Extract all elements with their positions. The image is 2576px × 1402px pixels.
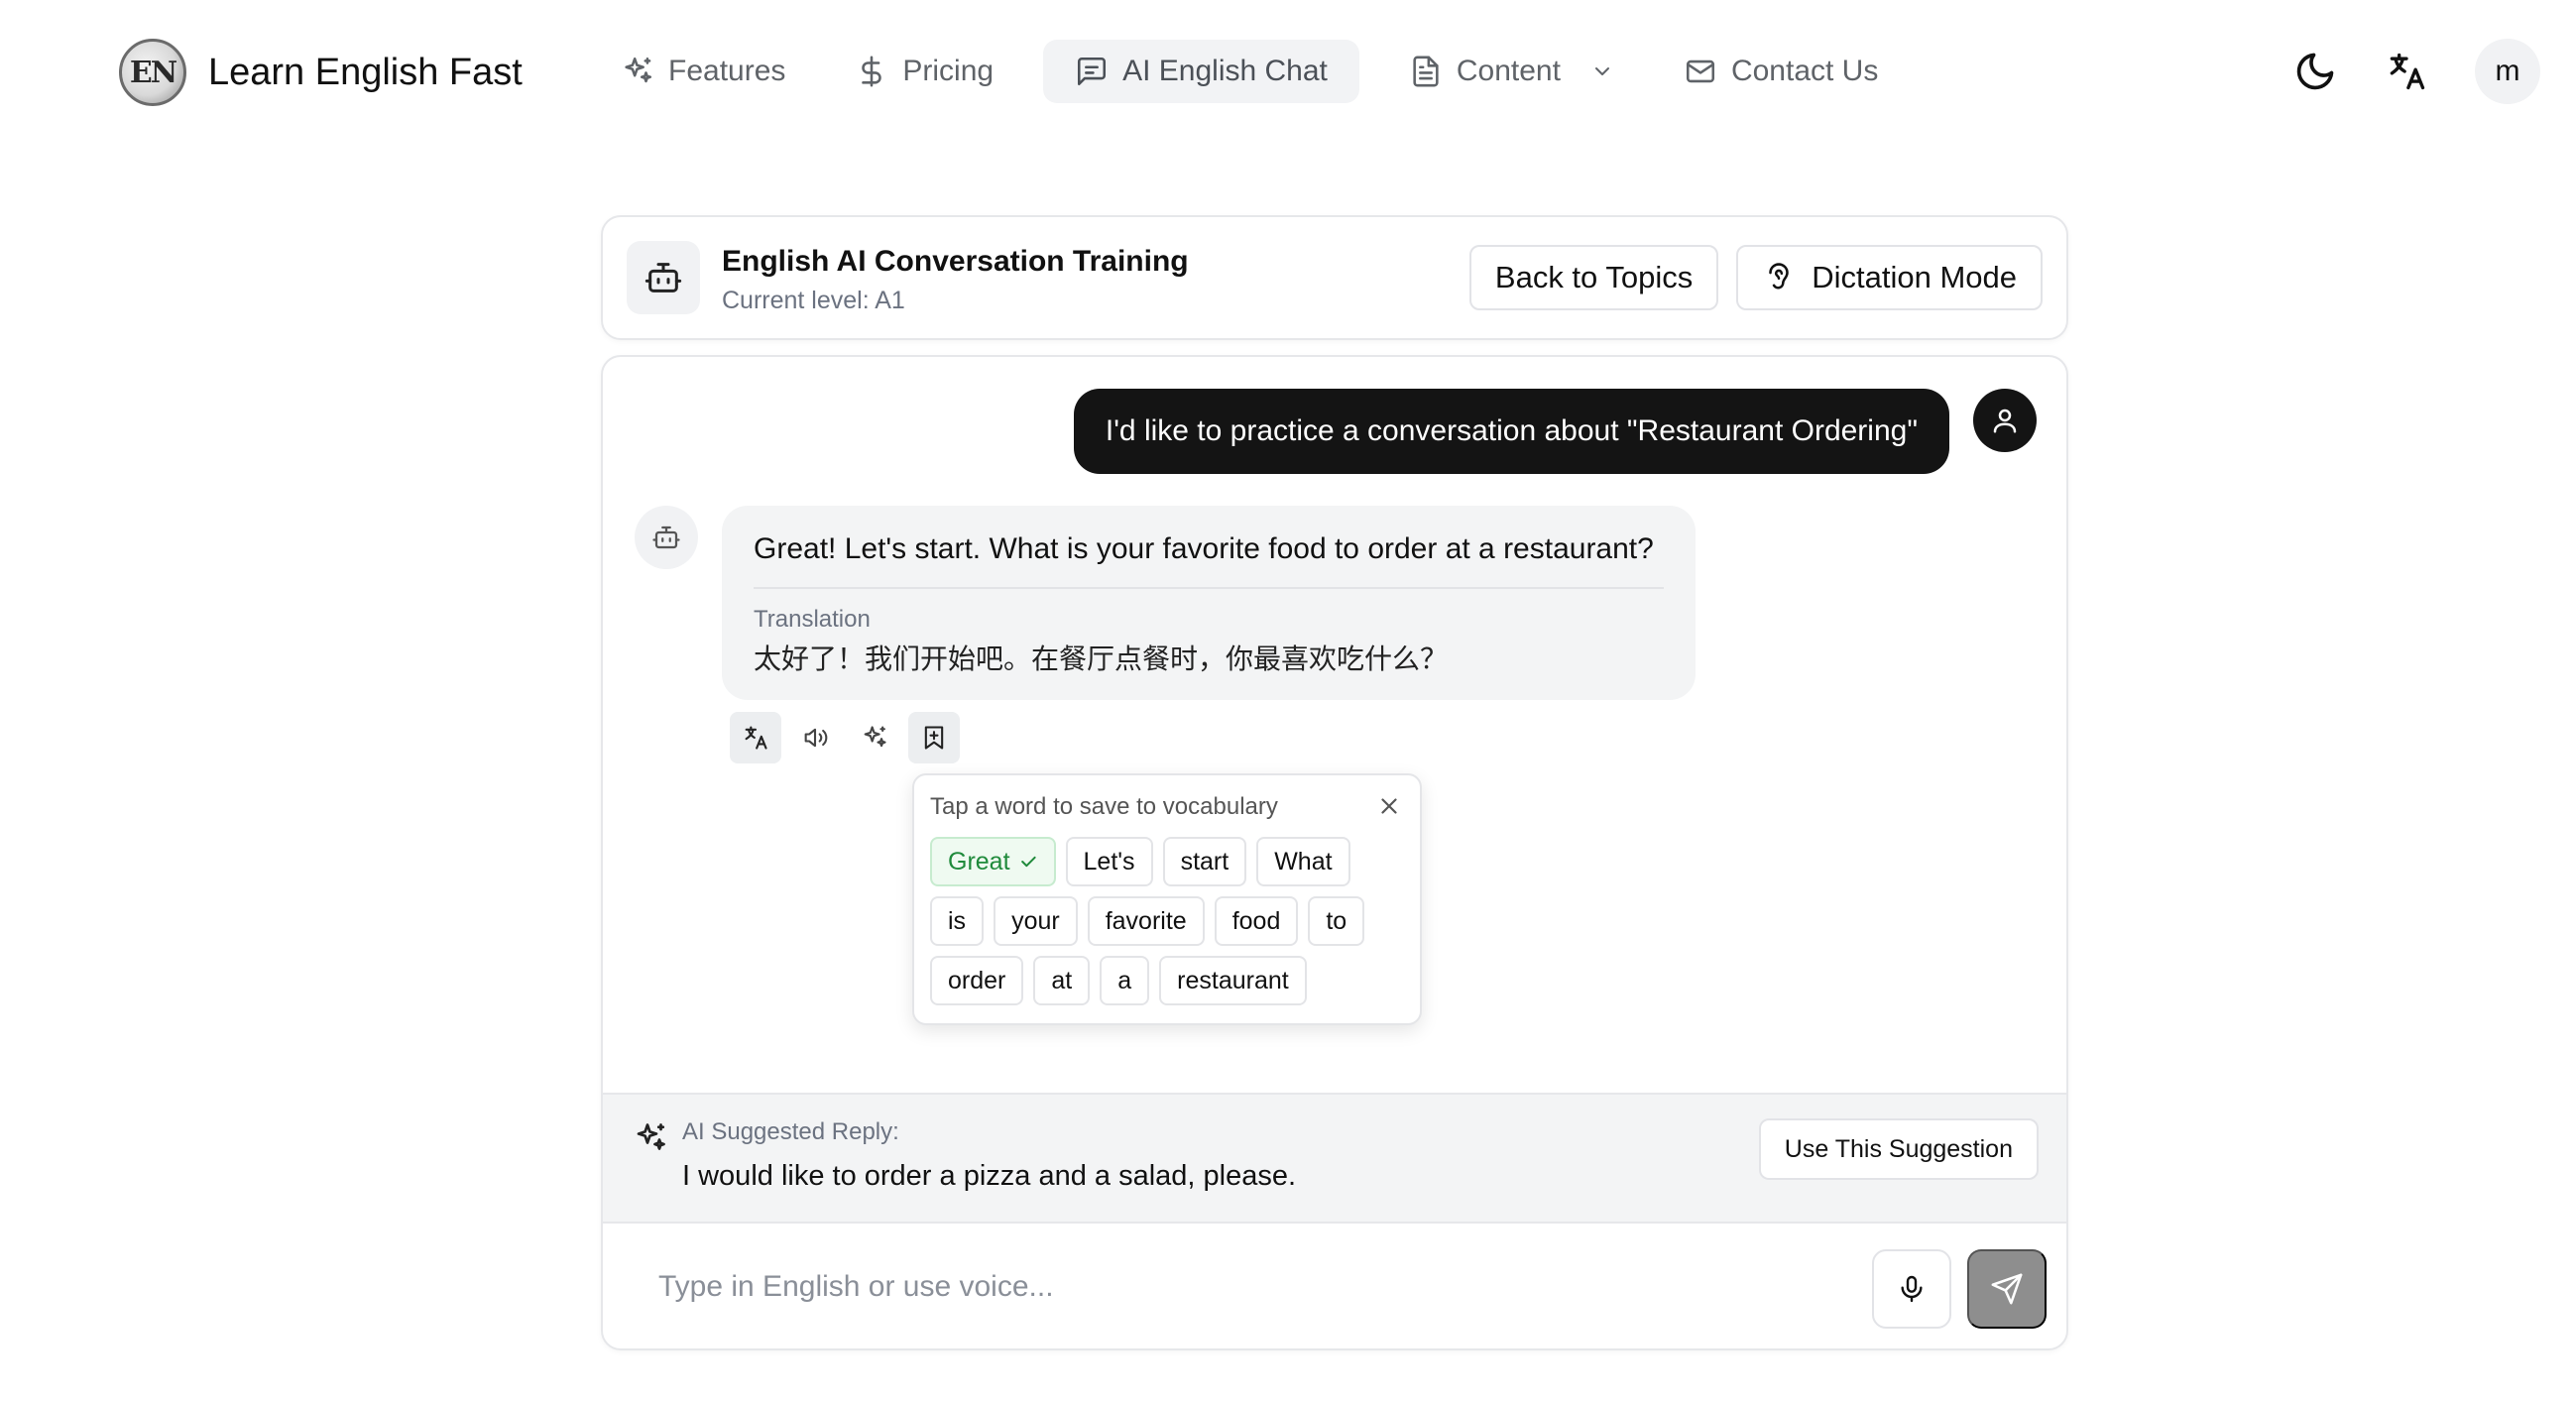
microphone-icon <box>1901 1275 1923 1303</box>
dictation-mode-button[interactable]: Dictation Mode <box>1736 245 2043 310</box>
nav-item-ai-english-chat[interactable]: AI English Chat <box>1043 40 1359 103</box>
nav-item-features[interactable]: Features <box>601 40 805 103</box>
toggle-translation-button[interactable] <box>730 712 781 763</box>
word-chip[interactable]: your <box>994 896 1078 946</box>
translation-label: Translation <box>754 606 871 633</box>
word-chip[interactable]: start <box>1162 837 1247 886</box>
session-level: Current level: A1 <box>722 287 905 314</box>
message-composer <box>603 1224 2066 1348</box>
session-actions: Back to Topics Dictation Mode <box>1468 245 2043 310</box>
message-square-icon <box>1078 57 1107 86</box>
nav-label-content: Content <box>1456 55 1561 87</box>
nav-item-pricing[interactable]: Pricing <box>835 40 1013 103</box>
word-chip[interactable]: favorite <box>1087 896 1205 946</box>
message-toolbar <box>730 712 960 763</box>
vocabulary-word-list: Great Let's start What is your favorite … <box>930 837 1408 1005</box>
nav-label-pricing: Pricing <box>902 55 995 87</box>
word-chip-label: Great <box>948 847 1010 876</box>
bookmark-plus-icon <box>924 726 944 750</box>
voice-input-button[interactable] <box>1872 1249 1951 1329</box>
bot-icon <box>644 263 682 292</box>
brand-name: Learn English Fast <box>208 51 523 93</box>
word-chip[interactable]: Great <box>930 837 1056 886</box>
word-chip[interactable]: a <box>1100 956 1150 1005</box>
vocabulary-hint: Tap a word to save to vocabulary <box>930 793 1278 820</box>
word-chip[interactable]: at <box>1033 956 1091 1005</box>
ai-message-text: Great! Let's start. What is your favorit… <box>754 532 1654 565</box>
ai-message-bubble: Great! Let's start. What is your favorit… <box>722 506 1696 700</box>
ear-icon <box>1769 263 1789 290</box>
nav-actions: m <box>2292 38 2540 105</box>
word-chip[interactable]: order <box>930 956 1024 1005</box>
sparkles-icon <box>864 726 886 748</box>
word-chip[interactable]: What <box>1256 837 1350 886</box>
session-title: English AI Conversation Training <box>722 245 1189 278</box>
word-chip[interactable]: to <box>1308 896 1365 946</box>
chat-panel: I'd like to practice a conversation abou… <box>601 355 2068 1350</box>
vocabulary-popover: Tap a word to save to vocabulary Great L… <box>912 773 1422 1025</box>
check-icon <box>1020 856 1036 868</box>
file-text-icon <box>1413 56 1439 87</box>
brand[interactable]: EN Learn English Fast <box>119 38 523 107</box>
translation-text: 太好了！我们开始吧。在餐厅点餐时，你最喜欢吃什么？ <box>754 643 1449 675</box>
word-chip[interactable]: restaurant <box>1159 956 1307 1005</box>
message-input[interactable] <box>635 1249 1705 1325</box>
nav-item-content[interactable]: Content <box>1389 40 1634 103</box>
theme-toggle-button[interactable] <box>2292 49 2338 94</box>
bot-icon <box>652 526 680 549</box>
moon-icon <box>2296 53 2334 90</box>
word-chip[interactable]: is <box>930 896 985 946</box>
nav-label-features: Features <box>668 55 786 87</box>
use-suggestion-button[interactable]: Use This Suggestion <box>1758 1118 2039 1180</box>
nav-label-contact-us: Contact Us <box>1730 55 1879 87</box>
session-header: English AI Conversation Training Current… <box>601 215 2068 340</box>
nav-label-ai-english-chat: AI English Chat <box>1122 55 1328 87</box>
sparkles-icon <box>625 57 652 83</box>
speaker-icon <box>804 728 828 748</box>
user-icon <box>1993 409 2017 433</box>
user-message-row: I'd like to practice a conversation abou… <box>1073 389 2037 474</box>
dictation-mode-label: Dictation Mode <box>1812 260 2017 294</box>
translate-icon <box>2390 53 2425 90</box>
suggestion-text: I would like to order a pizza and a sala… <box>682 1160 1297 1192</box>
save-vocabulary-button[interactable] <box>908 712 960 763</box>
nav-item-contact-us[interactable]: Contact Us <box>1664 40 1898 103</box>
ai-explain-button[interactable] <box>849 712 900 763</box>
back-to-topics-button[interactable]: Back to Topics <box>1468 245 1719 310</box>
ai-avatar <box>635 506 698 569</box>
send-button[interactable] <box>1967 1249 2047 1329</box>
language-button[interactable] <box>2384 49 2429 94</box>
translate-icon <box>745 726 767 750</box>
translation-divider <box>754 587 1664 589</box>
mail-icon <box>1686 59 1714 83</box>
brand-logo: EN <box>119 39 186 106</box>
close-icon[interactable] <box>1376 793 1402 819</box>
send-icon <box>1991 1273 2023 1305</box>
main-nav: Features Pricing AI English Chat Content… <box>601 40 1928 103</box>
word-chip[interactable]: food <box>1214 896 1299 946</box>
user-avatar <box>1973 389 2037 452</box>
chevron-down-icon <box>1594 67 1609 75</box>
word-chip[interactable]: Let's <box>1065 837 1153 886</box>
back-to-topics-label: Back to Topics <box>1494 260 1694 294</box>
top-navigation: EN Learn English Fast Features Pricing A… <box>0 0 2576 144</box>
user-message-bubble: I'd like to practice a conversation abou… <box>1073 389 1949 474</box>
play-audio-button[interactable] <box>789 712 841 763</box>
dollar-icon <box>862 56 882 87</box>
suggestion-label: AI Suggested Reply: <box>682 1118 899 1145</box>
user-avatar-button[interactable]: m <box>2475 39 2540 104</box>
bot-badge <box>627 241 700 314</box>
ai-suggestion-bar: AI Suggested Reply: I would like to orde… <box>603 1093 2066 1224</box>
sparkles-icon <box>637 1123 665 1150</box>
